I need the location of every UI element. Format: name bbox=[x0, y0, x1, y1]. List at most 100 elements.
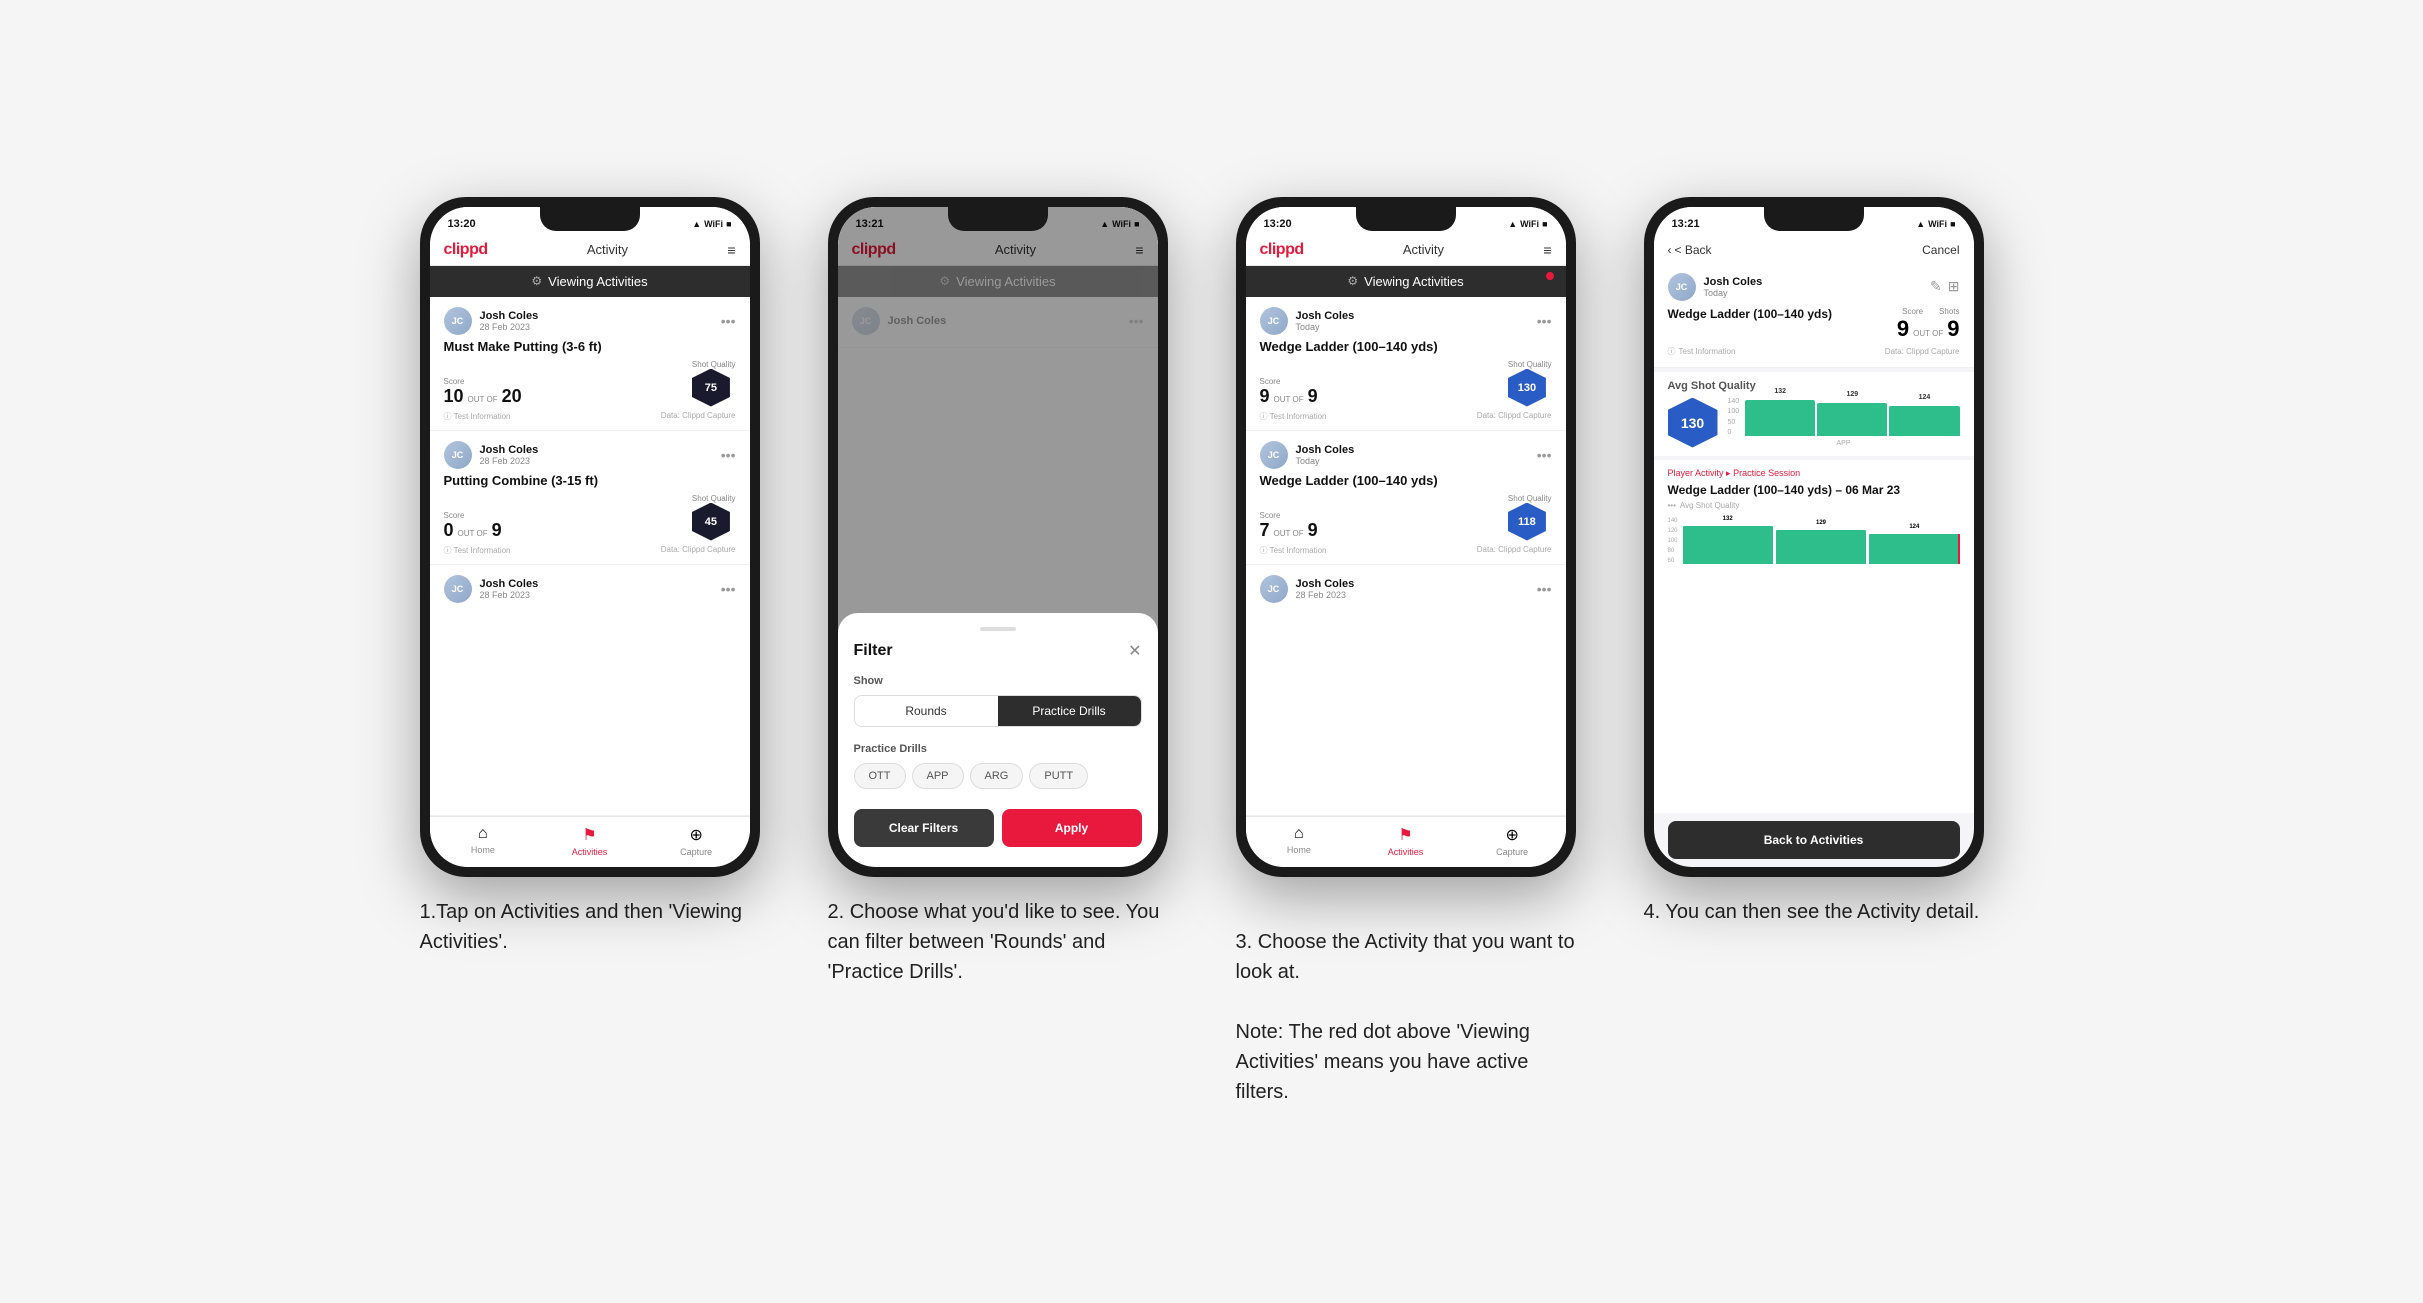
activity-card-1-3[interactable]: JC Josh Coles 28 Feb 2023 ••• bbox=[430, 565, 750, 816]
avatar-1-2: JC bbox=[444, 441, 472, 469]
signal-icon-3: ▲ bbox=[1508, 219, 1517, 229]
session-chart-4: 140 120 100 80 60 132 129 bbox=[1668, 514, 1960, 564]
activity-card-1-2[interactable]: JC Josh Coles 28 Feb 2023 ••• Putting Co… bbox=[430, 431, 750, 565]
phone-3: 13:20 ▲ WiFi ■ clippd Activity ≡ ⚙ Vie bbox=[1236, 197, 1576, 877]
battery-icon-4: ■ bbox=[1950, 219, 1955, 229]
user-name-3-3: Josh Coles bbox=[1296, 578, 1529, 590]
card-user-info-3-1: Josh Coles Today bbox=[1296, 310, 1529, 332]
time-3: 13:20 bbox=[1264, 218, 1292, 230]
card-user-info-1-2: Josh Coles 28 Feb 2023 bbox=[480, 444, 713, 466]
cancel-button-4[interactable]: Cancel bbox=[1922, 243, 1959, 257]
score-label-1-2: Score bbox=[444, 511, 502, 520]
pill-arg-2[interactable]: ARG bbox=[970, 763, 1024, 789]
activity-card-3-2[interactable]: JC Josh Coles Today ••• Wedge Ladder (10… bbox=[1246, 431, 1566, 565]
back-button-4[interactable]: ‹ < Back bbox=[1668, 243, 1712, 257]
pill-ott-2[interactable]: OTT bbox=[854, 763, 906, 789]
toggle-practice-drills-2[interactable]: Practice Drills bbox=[998, 696, 1141, 726]
edit-icon-4[interactable]: ✎ bbox=[1930, 278, 1942, 295]
score-val-1-2: 0 bbox=[444, 520, 454, 541]
chart-val-1: 132 bbox=[1774, 388, 1786, 395]
desc-text-3: 3. Choose the Activity that you want to … bbox=[1236, 931, 1575, 1103]
chart-val-2: 129 bbox=[1847, 391, 1859, 398]
three-dots-3-2[interactable]: ••• bbox=[1537, 447, 1552, 463]
apply-button-2[interactable]: Apply bbox=[1002, 809, 1142, 847]
info-right-3-2: Data: Clippd Capture bbox=[1477, 545, 1552, 556]
user-info-3-3: Josh Coles 28 Feb 2023 bbox=[1296, 578, 1529, 600]
viewing-banner-3[interactable]: ⚙ Viewing Activities bbox=[1246, 266, 1566, 297]
hamburger-icon-3[interactable]: ≡ bbox=[1543, 242, 1551, 258]
chart-container-4: 140 100 50 0 132 129 bbox=[1728, 398, 1960, 447]
chart-bar-1: 132 bbox=[1745, 400, 1815, 436]
modal-actions-2: Clear Filters Apply bbox=[854, 809, 1142, 847]
phone-block-4: 13:21 ▲ WiFi ■ ‹ < Back Cancel bbox=[1644, 197, 2004, 927]
score-label-3-1: Score bbox=[1260, 377, 1318, 386]
card-user-name-3-1: Josh Coles bbox=[1296, 310, 1529, 322]
bottom-nav-activities-3[interactable]: ⚑ Activities bbox=[1352, 825, 1459, 857]
info-right-1-2: Data: Clippd Capture bbox=[661, 545, 736, 556]
shots-header-4: Shots bbox=[1939, 307, 1959, 316]
score-val-1-1: 10 bbox=[444, 386, 464, 407]
back-to-activities-btn-4[interactable]: Back to Activities bbox=[1668, 821, 1960, 859]
clear-filters-button-2[interactable]: Clear Filters bbox=[854, 809, 994, 847]
avatar-1-3: JC bbox=[444, 575, 472, 603]
activity-card-3-3[interactable]: JC Josh Coles 28 Feb 2023 ••• bbox=[1246, 565, 1566, 816]
ps-link-4[interactable]: Practice Session bbox=[1733, 468, 1800, 478]
activity-card-3-1[interactable]: JC Josh Coles Today ••• Wedge Ladder (10… bbox=[1246, 297, 1566, 431]
fullscreen-icon-4[interactable]: ⊞ bbox=[1948, 278, 1960, 295]
session-y-100: 100 bbox=[1668, 538, 1678, 544]
viewing-banner-1[interactable]: ⚙ Viewing Activities bbox=[430, 266, 750, 297]
pill-putt-2[interactable]: PUTT bbox=[1029, 763, 1088, 789]
capture-label-3: Capture bbox=[1496, 847, 1528, 857]
activity-card-1-1[interactable]: JC Josh Coles 28 Feb 2023 ••• Must Make … bbox=[430, 297, 750, 431]
sq-label-4: ••• bbox=[1668, 501, 1676, 510]
session-bar-2: 129 bbox=[1776, 530, 1866, 564]
show-label-2: Show bbox=[854, 675, 1142, 687]
filter-icon-1: ⚙ bbox=[531, 274, 542, 288]
bottom-nav-home-1[interactable]: ⌂ Home bbox=[430, 825, 537, 857]
hamburger-icon-1[interactable]: ≡ bbox=[727, 242, 735, 258]
three-dots-1-3[interactable]: ••• bbox=[721, 581, 736, 597]
session-y-80: 80 bbox=[1668, 548, 1678, 554]
detail-total-4: 9 bbox=[1947, 316, 1959, 342]
card-footer-1-1: ⓘ Test Information Data: Clippd Capture bbox=[444, 411, 736, 422]
three-dots-1-2[interactable]: ••• bbox=[721, 447, 736, 463]
bottom-nav-activities-1[interactable]: ⚑ Activities bbox=[536, 825, 643, 857]
card-title-3-2: Wedge Ladder (100–140 yds) bbox=[1260, 473, 1552, 488]
three-dots-1-1[interactable]: ••• bbox=[721, 313, 736, 329]
session-y-120: 120 bbox=[1668, 528, 1678, 534]
detail-outof-4: OUT OF bbox=[1913, 329, 1943, 338]
sq-label-3-1: Shot Quality bbox=[1508, 360, 1552, 369]
toggle-rounds-2[interactable]: Rounds bbox=[855, 696, 998, 726]
outof-1-1: OUT OF bbox=[468, 395, 498, 404]
card-user-date-1-2: 28 Feb 2023 bbox=[480, 456, 713, 466]
detail-nav-4: ‹ < Back Cancel bbox=[1654, 235, 1974, 265]
capture-icon-1: ⊕ bbox=[689, 825, 702, 845]
card-user-name-1-2: Josh Coles bbox=[480, 444, 713, 456]
chart-bar-2: 129 bbox=[1817, 403, 1887, 436]
bottom-nav-capture-3[interactable]: ⊕ Capture bbox=[1459, 825, 1566, 857]
card-footer-3-2: ⓘ Test Information Data: Clippd Capture bbox=[1260, 545, 1552, 556]
pill-app-2[interactable]: APP bbox=[912, 763, 964, 789]
phones-row: 13:20 ▲ WiFi ■ clippd Activity ≡ ⚙ Vie bbox=[420, 197, 2004, 1107]
outof-3-2: OUT OF bbox=[1274, 529, 1304, 538]
filter-modal-2: Filter ✕ Show Rounds Practice Drills Pra… bbox=[838, 613, 1158, 867]
dots-3-3[interactable]: ••• bbox=[1537, 581, 1552, 597]
modal-close-2[interactable]: ✕ bbox=[1128, 641, 1141, 661]
notch-4 bbox=[1764, 207, 1864, 231]
total-3-1: 9 bbox=[1308, 386, 1318, 407]
info-right-3-1: Data: Clippd Capture bbox=[1477, 411, 1552, 422]
wifi-icon-3: WiFi bbox=[1520, 219, 1539, 229]
session-bar-1: 132 bbox=[1683, 526, 1773, 564]
sq-badge-1-1: 75 bbox=[692, 369, 730, 407]
avatar-4: JC bbox=[1668, 273, 1696, 301]
activities-label-1: Activities bbox=[572, 847, 608, 857]
score-label-3-2: Score bbox=[1260, 511, 1318, 520]
bottom-nav-home-3[interactable]: ⌂ Home bbox=[1246, 825, 1353, 857]
back-label-4: < Back bbox=[1675, 243, 1712, 257]
bottom-nav-capture-1[interactable]: ⊕ Capture bbox=[643, 825, 750, 857]
status-icons-1: ▲ WiFi ■ bbox=[692, 219, 731, 229]
capture-icon-3: ⊕ bbox=[1505, 825, 1518, 845]
top-nav-3: clippd Activity ≡ bbox=[1246, 235, 1566, 266]
three-dots-3-1[interactable]: ••• bbox=[1537, 313, 1552, 329]
detail-user-row-4: JC Josh Coles Today ✎ ⊞ bbox=[1668, 273, 1960, 301]
